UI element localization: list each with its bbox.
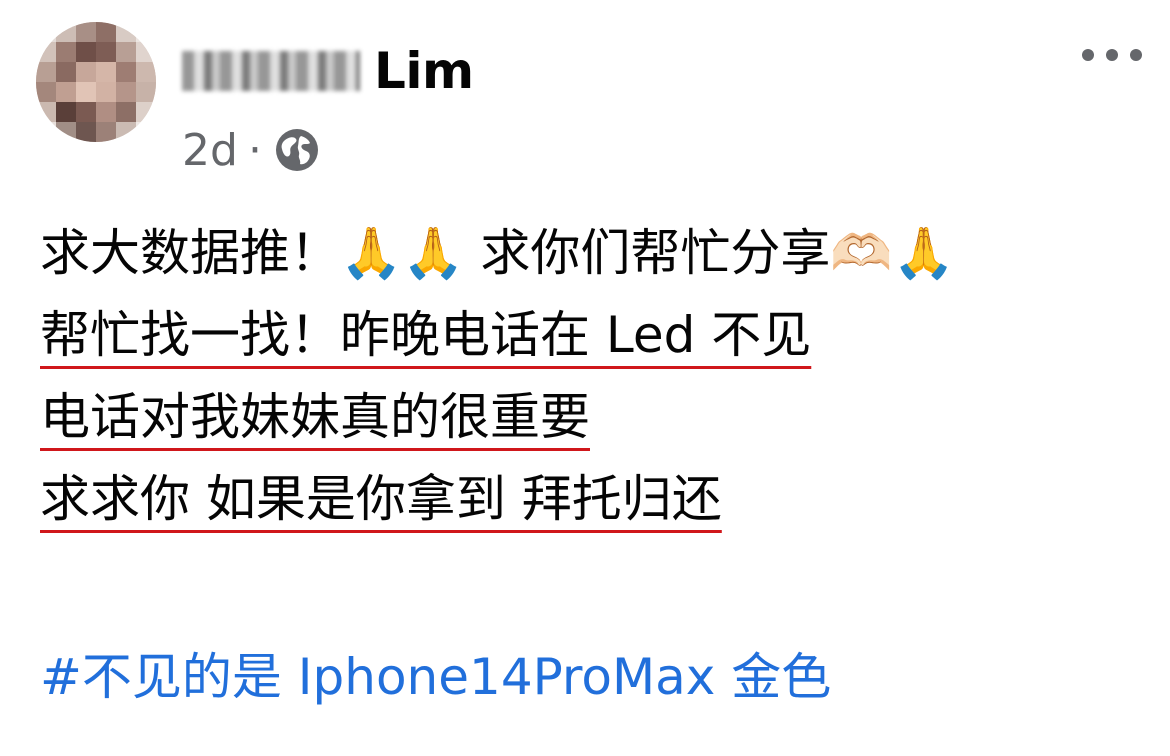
globe-icon[interactable] — [274, 127, 320, 173]
post-line-2: 帮忙找一找！昨晚电话在 Led 不见 — [40, 306, 812, 364]
author-name[interactable]: Lim — [182, 36, 474, 106]
post-line-4: 求求你 如果是你拿到 拜托归还 — [40, 470, 722, 528]
more-dot — [1106, 49, 1118, 61]
post-meta: 2d · — [182, 124, 320, 176]
post-line-3: 电话对我妹妹真的很重要 — [40, 388, 590, 446]
post-timestamp[interactable]: 2d — [182, 125, 238, 176]
post-line-1: 求大数据推！🙏🙏 求你们帮忙分享🫶🏻🙏 — [40, 224, 955, 282]
avatar[interactable] — [36, 22, 156, 142]
author-last-name[interactable]: Lim — [374, 42, 474, 100]
hashtag-link[interactable]: #不见的是 Iphone14ProMax 金色 — [40, 648, 831, 706]
more-dot — [1082, 49, 1094, 61]
meta-separator: · — [247, 124, 262, 176]
blurred-first-name — [182, 51, 360, 91]
more-dot — [1130, 49, 1142, 61]
post-body: 求大数据推！🙏🙏 求你们帮忙分享🫶🏻🙏 帮忙找一找！昨晚电话在 Led 不见 电… — [40, 212, 1140, 718]
more-options-icon[interactable] — [1082, 40, 1142, 70]
